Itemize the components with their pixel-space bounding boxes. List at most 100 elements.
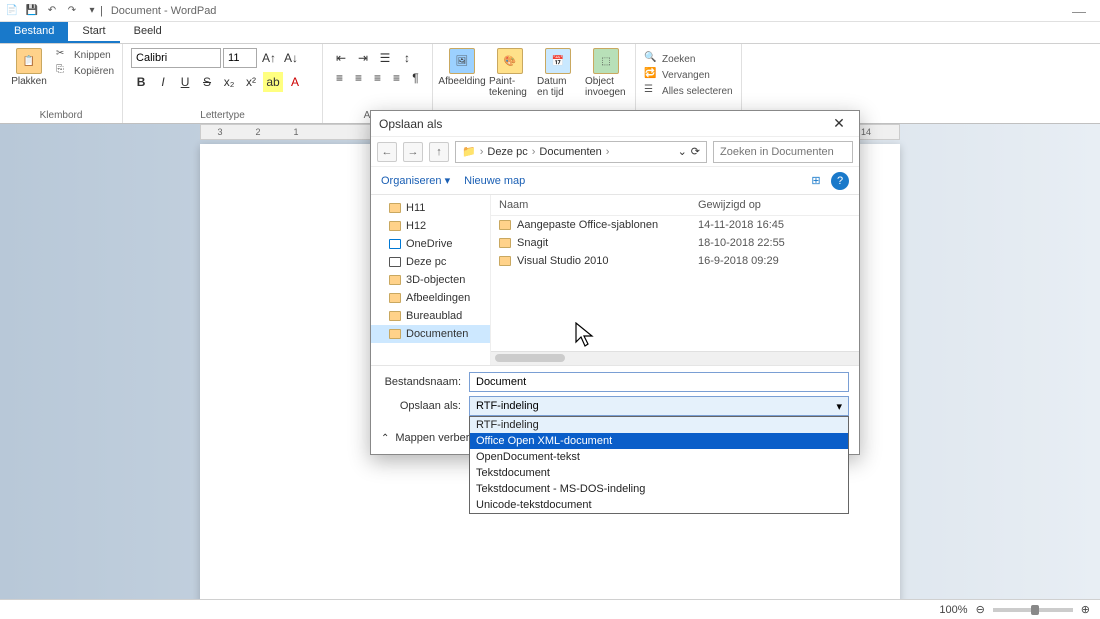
font-name-combo[interactable]	[131, 48, 221, 68]
filetype-combo[interactable]: RTF-indeling▾	[469, 396, 849, 416]
dropdown-icon[interactable]: ⌄	[678, 145, 687, 158]
dialog-nav: ← → ↑ 📁 › Deze pc › Documenten › ⌄ ⟳	[371, 137, 859, 167]
filename-input[interactable]	[469, 372, 849, 392]
folder-tree[interactable]: H11H12OneDriveDeze pc 3D-objecten Afbeeldi…	[371, 195, 491, 365]
window-title: Document - WordPad	[111, 5, 217, 17]
paragraph-dialog-button[interactable]: ¶	[407, 68, 424, 88]
font-color-button[interactable]: A	[285, 72, 305, 92]
image-icon: 🖼	[449, 48, 475, 74]
bold-button[interactable]: B	[131, 72, 151, 92]
insert-paint-button[interactable]: 🎨Paint-tekening	[489, 48, 531, 98]
status-bar: 100% ⊖ ⊕	[0, 599, 1100, 619]
tree-node[interactable]: Deze pc	[371, 253, 490, 271]
tab-start[interactable]: Start	[68, 22, 119, 43]
folder-icon	[389, 329, 401, 339]
qat-dropdown-icon[interactable]: ▾	[84, 3, 100, 19]
insert-object-button[interactable]: ⬚Object invoegen	[585, 48, 627, 98]
minimize-button[interactable]: —	[1062, 3, 1096, 19]
file-row[interactable]: Visual Studio 201016-9-2018 09:29	[491, 252, 859, 270]
zoom-level: 100%	[939, 604, 967, 616]
tree-node[interactable]: H11	[371, 199, 490, 217]
font-size-combo[interactable]	[223, 48, 257, 68]
back-button[interactable]: ←	[377, 142, 397, 162]
copy-button[interactable]: ⎘Kopiëren	[56, 64, 114, 78]
onedrive-icon	[389, 239, 401, 249]
cut-button[interactable]: ✂Knippen	[56, 48, 114, 62]
filetype-dropdown[interactable]: RTF-indelingOffice Open XML-documentOpen…	[469, 416, 849, 514]
cut-icon: ✂	[56, 48, 70, 62]
italic-button[interactable]: I	[153, 72, 173, 92]
collapse-icon[interactable]: ⌃	[381, 433, 389, 444]
zoom-out-button[interactable]: ⊖	[976, 603, 985, 616]
tab-file[interactable]: Bestand	[0, 22, 68, 43]
inc-indent-button[interactable]: ⇥	[353, 48, 373, 68]
tree-node-label: Bureaublad	[406, 310, 462, 322]
dialog-command-bar: Organiseren ▾ Nieuwe map ⊞ ?	[371, 167, 859, 195]
zoom-in-button[interactable]: ⊕	[1081, 603, 1090, 616]
insert-image-button[interactable]: 🖼Afbeelding	[441, 48, 483, 87]
superscript-button[interactable]: x²	[241, 72, 261, 92]
bullets-button[interactable]: ☰	[375, 48, 395, 68]
tree-node[interactable]: Bureaublad	[371, 307, 490, 325]
format-option[interactable]: Unicode-tekstdocument	[470, 497, 848, 513]
tree-node[interactable]: OneDrive	[371, 235, 490, 253]
forward-button[interactable]: →	[403, 142, 423, 162]
file-row[interactable]: Snagit18-10-2018 22:55	[491, 234, 859, 252]
folder-icon	[389, 293, 401, 303]
format-option[interactable]: Tekstdocument - MS-DOS-indeling	[470, 481, 848, 497]
zoom-slider[interactable]	[993, 608, 1073, 612]
grow-font-button[interactable]: A↑	[259, 48, 279, 68]
search-input[interactable]	[713, 141, 853, 163]
save-icon[interactable]: 💾	[24, 3, 40, 19]
dialog-fields: Bestandsnaam: Opslaan als: RTF-indeling▾…	[371, 365, 859, 426]
address-bar[interactable]: 📁 › Deze pc › Documenten › ⌄ ⟳	[455, 141, 707, 163]
align-right-button[interactable]: ≡	[369, 68, 386, 88]
shrink-font-button[interactable]: A↓	[281, 48, 301, 68]
format-option[interactable]: RTF-indeling	[470, 417, 848, 433]
select-all-icon: ☰	[644, 84, 658, 98]
refresh-icon[interactable]: ⟳	[691, 145, 700, 158]
up-button[interactable]: ↑	[429, 142, 449, 162]
tree-node[interactable]: 3D-objecten	[371, 271, 490, 289]
tree-node[interactable]: Documenten	[371, 325, 490, 343]
object-icon: ⬚	[593, 48, 619, 74]
justify-button[interactable]: ≡	[388, 68, 405, 88]
paste-button[interactable]: 📋 Plakken	[8, 48, 50, 87]
new-folder-button[interactable]: Nieuwe map	[464, 175, 525, 187]
file-list[interactable]: Naam Gewijzigd op Aangepaste Office-sjab…	[491, 195, 859, 365]
tree-node-label: Documenten	[406, 328, 468, 340]
undo-icon[interactable]: ↶	[44, 3, 60, 19]
replace-button[interactable]: 🔁Vervangen	[644, 68, 733, 82]
folder-icon	[499, 238, 511, 248]
tab-view[interactable]: Beeld	[120, 22, 176, 43]
select-all-button[interactable]: ☰Alles selecteren	[644, 84, 733, 98]
tree-node-label: 3D-objecten	[406, 274, 465, 286]
find-button[interactable]: 🔍Zoeken	[644, 52, 733, 66]
subscript-button[interactable]: x₂	[219, 72, 239, 92]
align-center-button[interactable]: ≡	[350, 68, 367, 88]
view-mode-button[interactable]: ⊞	[807, 172, 825, 190]
underline-button[interactable]: U	[175, 72, 195, 92]
help-icon[interactable]: ?	[831, 172, 849, 190]
insert-date-button[interactable]: 📅Datum en tijd	[537, 48, 579, 98]
dialog-titlebar[interactable]: Opslaan als ✕	[371, 111, 859, 137]
file-row[interactable]: Aangepaste Office-sjablonen14-11-2018 16…	[491, 216, 859, 234]
dec-indent-button[interactable]: ⇤	[331, 48, 351, 68]
line-spacing-button[interactable]: ↕	[397, 48, 417, 68]
redo-icon[interactable]: ↷	[64, 3, 80, 19]
highlight-button[interactable]: ab	[263, 72, 283, 92]
file-list-header[interactable]: Naam Gewijzigd op	[491, 195, 859, 216]
close-button[interactable]: ✕	[827, 115, 851, 132]
tree-node[interactable]: H12	[371, 217, 490, 235]
folder-icon	[389, 311, 401, 321]
format-option[interactable]: Tekstdocument	[470, 465, 848, 481]
format-option[interactable]: OpenDocument-tekst	[470, 449, 848, 465]
organize-menu[interactable]: Organiseren ▾	[381, 174, 450, 187]
tree-node[interactable]: Afbeeldingen	[371, 289, 490, 307]
align-left-button[interactable]: ≡	[331, 68, 348, 88]
strike-button[interactable]: S	[197, 72, 217, 92]
format-option[interactable]: Office Open XML-document	[470, 433, 848, 449]
group-label: Lettertype	[131, 110, 314, 121]
horizontal-scrollbar[interactable]	[491, 351, 859, 365]
search-icon: 🔍	[644, 52, 658, 66]
